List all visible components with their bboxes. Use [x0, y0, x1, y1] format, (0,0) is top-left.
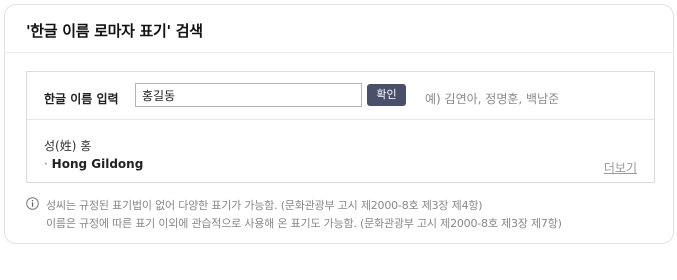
result-roman-name: · Hong Gildong [44, 157, 143, 171]
confirm-button[interactable]: 확인 [367, 84, 406, 106]
card-title: '한글 이름 로마자 표기' 검색 [26, 22, 203, 40]
romanization-search-card: '한글 이름 로마자 표기' 검색 한글 이름 입력 확인 예) 김연아, 정명… [4, 4, 674, 244]
result-surname: 성(姓) 홍 [44, 139, 92, 153]
search-row: 한글 이름 입력 확인 예) 김연아, 정명훈, 백남준 [27, 72, 654, 120]
result-bullet: · [44, 157, 48, 171]
example-hint: 예) 김연아, 정명훈, 백남준 [425, 92, 560, 106]
roman-name-text: Hong Gildong [51, 157, 144, 171]
name-input[interactable] [135, 83, 362, 107]
info-icon [26, 197, 39, 210]
result-area: 성(姓) 홍 · Hong Gildong 더보기 [27, 120, 654, 182]
search-box: 한글 이름 입력 확인 예) 김연아, 정명훈, 백남준 성(姓) 홍 · Ho… [26, 71, 655, 183]
note-given-name: 이름은 규정에 따른 표기 이외에 관습적으로 사용해 온 표기도 가능함. (… [46, 217, 562, 230]
note-surname: 성씨는 규정된 표기법이 없어 다양한 표기가 가능함. (문화관광부 고시 제… [46, 199, 483, 212]
name-input-label: 한글 이름 입력 [44, 92, 119, 106]
more-link[interactable]: 더보기 [604, 159, 637, 176]
card-header: '한글 이름 로마자 표기' 검색 [5, 5, 673, 53]
